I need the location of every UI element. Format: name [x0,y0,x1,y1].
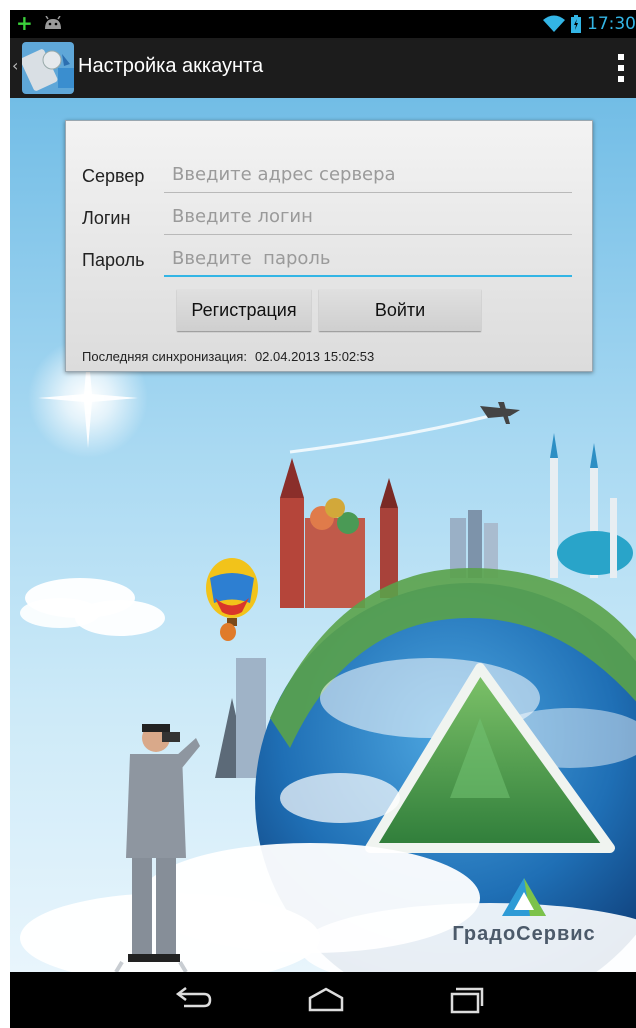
password-label: Пароль [82,250,145,270]
password-row: Пароль [82,241,578,281]
content-area: Сервер Логин Пароль Регистрация Войти По… [10,98,636,972]
server-input[interactable] [164,157,572,193]
login-panel: Сервер Логин Пароль Регистрация Войти По… [65,120,593,372]
wifi-icon [543,15,565,32]
android-icon [44,16,61,29]
last-sync-value: 02.04.2013 15:02:53 [254,349,375,364]
register-button[interactable]: Регистрация [177,289,311,331]
back-icon[interactable] [172,986,212,1014]
plus-icon: + [16,11,33,35]
screen: + 17:30 ‹ Настройка аккаунта Сервер Введ… [10,10,636,1028]
home-icon[interactable] [306,986,346,1014]
navigation-bar [10,972,636,1028]
server-row: Сервер [82,157,578,197]
login-label: Логин [82,208,131,228]
brand-logo: ГрадоСервис [438,876,610,956]
device-frame: + 17:30 ‹ Настройка аккаунта Сервер Введ… [0,0,636,1028]
login-row: Логин [82,199,578,239]
status-bar: + 17:30 [10,10,636,38]
login-input[interactable] [164,199,572,235]
brand-name: ГрадоСервис [452,923,596,945]
last-sync-label: Последняя синхронизация: [82,349,247,364]
password-input[interactable] [164,241,572,277]
battery-icon [571,15,581,33]
last-sync: Последняя синхронизация: 02.04.2013 15:02… [82,349,382,364]
recents-icon[interactable] [444,986,484,1014]
brand-emblem-icon [502,878,546,916]
page-title: Настройка аккаунта [78,55,264,77]
up-caret-icon[interactable]: ‹ [12,56,18,75]
status-time: 17:30 [587,14,636,34]
signin-button[interactable]: Войти [319,289,481,331]
server-label: Сервер [82,166,145,186]
app-logo-icon[interactable] [22,42,74,94]
action-bar: ‹ Настройка аккаунта [10,38,636,99]
overflow-menu-icon[interactable] [618,54,624,82]
